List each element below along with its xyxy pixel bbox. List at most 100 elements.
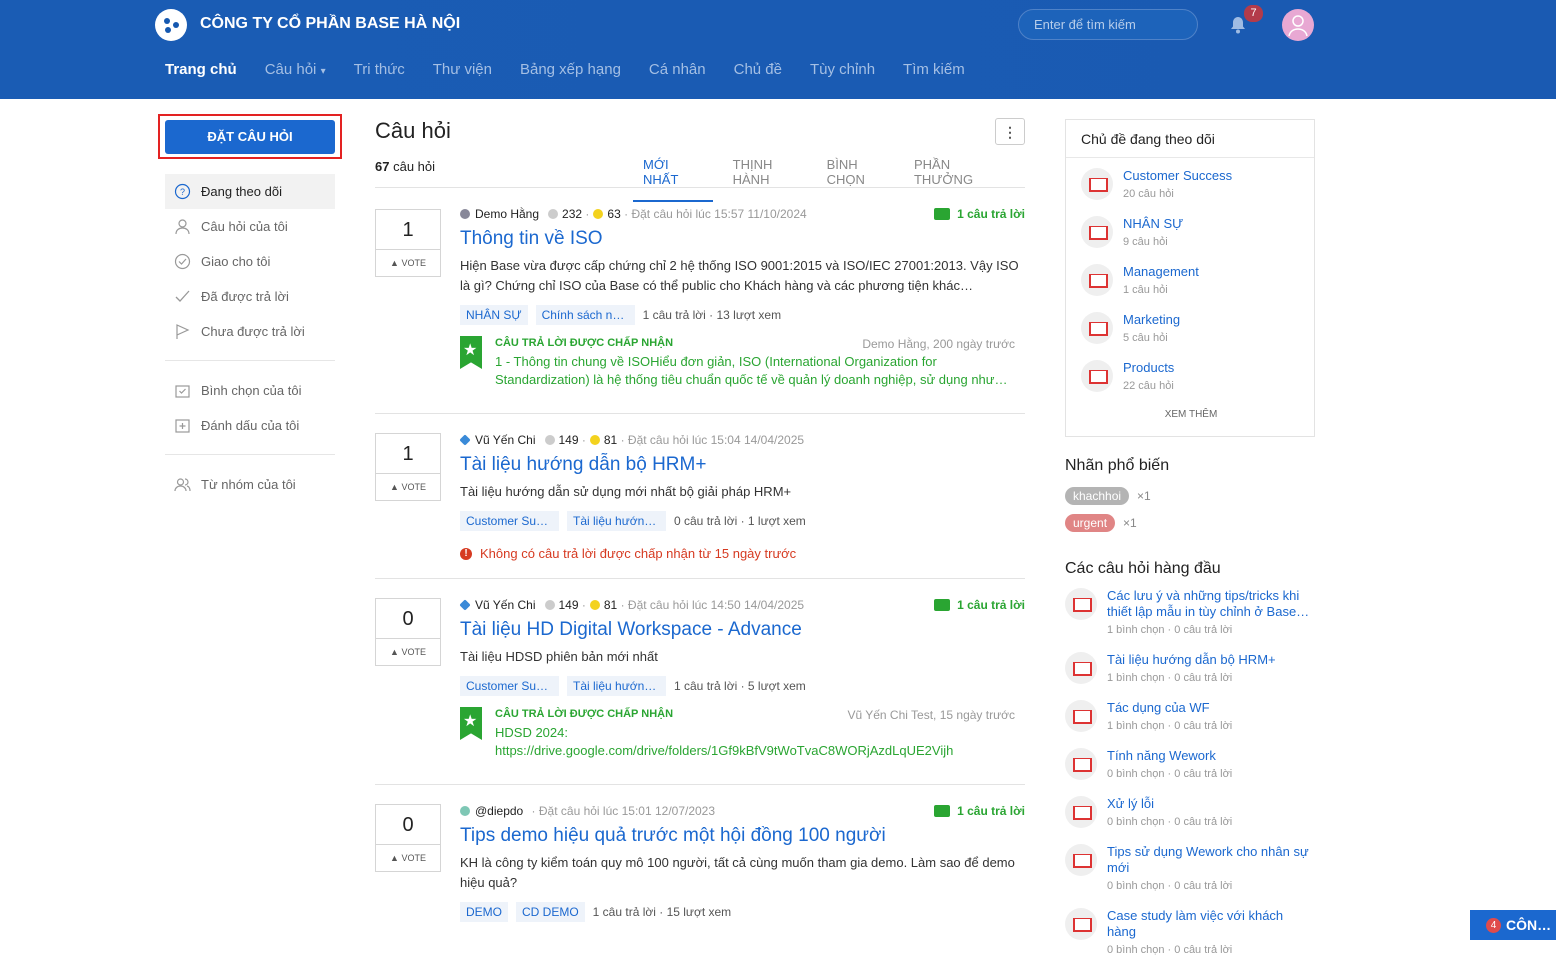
question-title[interactable]: Tài liệu hướng dẫn bộ HRM+: [460, 454, 1025, 476]
nav-search[interactable]: Tìm kiếm: [903, 61, 965, 78]
topic-item[interactable]: Management 1 câu hỏi: [1081, 264, 1199, 296]
topic-item[interactable]: NHÂN SỰ 9 câu hỏi: [1081, 216, 1183, 248]
chat-icon: [934, 805, 951, 817]
question-title[interactable]: Tips demo hiệu quả trước một hội đồng 10…: [460, 825, 1025, 847]
top-question-item: Tính năng Wework 0 bình chọn · 0 câu trả …: [1065, 748, 1315, 780]
sidebar-item-assigned[interactable]: Giao cho tôi: [165, 244, 335, 279]
gold-dot-icon: [589, 435, 600, 445]
vote-count: 1: [376, 210, 440, 250]
top-question-item: Tác dụng của WF 1 bình chọn · 0 câu trả l…: [1065, 700, 1315, 732]
label-chip[interactable]: urgent: [1065, 514, 1116, 532]
sidebar-item-my-votes[interactable]: Bình chọn của tôi: [165, 373, 335, 408]
question-description: Tài liệu HDSD phiên bản mới nhất: [460, 649, 658, 664]
divider: [165, 360, 335, 361]
chat-count-badge: 4: [1486, 917, 1501, 933]
tag[interactable]: NHÂN SỰ: [460, 305, 528, 325]
nav-home[interactable]: Trang chủ: [165, 61, 237, 78]
tag[interactable]: Customer Succ…: [460, 511, 559, 531]
company-name[interactable]: CÔNG TY CỔ PHẦN BASE HÀ NỘI: [200, 15, 460, 33]
chat-icon: [934, 208, 951, 220]
book-icon: [1081, 168, 1113, 200]
sidebar-item-my-questions[interactable]: Câu hỏi của tôi: [165, 209, 335, 244]
sidebar-item-my-bookmarks[interactable]: Đánh dấu của tôi: [165, 408, 335, 443]
upvote-button[interactable]: ▲ VOTE: [376, 250, 440, 276]
nav-customize[interactable]: Tùy chỉnh: [810, 61, 875, 78]
divider: [375, 413, 1025, 414]
tag[interactable]: Chính sách nhâ…: [535, 305, 635, 325]
search-input[interactable]: Enter để tìm kiếm: [1018, 9, 1198, 40]
sidebar-item-unanswered[interactable]: Chưa được trả lời: [165, 314, 335, 349]
nav-personal[interactable]: Cá nhân: [649, 61, 706, 78]
accepted-answer: CÂU TRẢ LỜI ĐƯỢC CHẤP NHẬNVũ Yến Chi Tes…: [460, 707, 1025, 760]
group-icon: [174, 478, 191, 492]
tag[interactable]: DEMO: [460, 902, 508, 922]
label-chip[interactable]: khachhoi: [1065, 487, 1130, 505]
avatar[interactable]: [1282, 9, 1314, 41]
tag[interactable]: CD DEMO: [516, 902, 585, 922]
nav-knowledge[interactable]: Tri thức: [354, 61, 405, 78]
sidebar-item-answered[interactable]: Đã được trả lời: [165, 279, 335, 314]
sidebar: ? Đang theo dõi Câu hỏi của tôi Giao cho …: [165, 174, 335, 502]
tab-rewards[interactable]: PHẦN THƯỞNG: [914, 157, 1005, 202]
question-description: Tài liệu hướng dẫn sử dụng mới nhất bộ g…: [460, 484, 792, 499]
question-title[interactable]: Tài liệu HD Digital Workspace - Advance: [460, 619, 1025, 641]
topic-item[interactable]: Products 22 câu hỏi: [1081, 360, 1174, 392]
tag[interactable]: Tài liệu hướng …: [567, 676, 666, 696]
book-icon: [1065, 796, 1097, 828]
user-avatar: [459, 599, 471, 611]
nav-library[interactable]: Thư viện: [433, 61, 492, 78]
rep-dot-icon: [548, 209, 559, 219]
question-list-panel: Câu hỏi 67 câu hỏi ⋮ MỚI NHẤT THỊNH HÀNH…: [375, 118, 1025, 922]
question-meta: Vũ Yến Chi 149 · 81 · Đặt câu hỏi lúc 15:0…: [459, 433, 1025, 447]
book-icon: [1081, 264, 1113, 296]
user-avatar: [460, 806, 470, 816]
question-title[interactable]: Thông tin về ISO: [460, 228, 1025, 250]
tab-trending[interactable]: THỊNH HÀNH: [733, 157, 807, 202]
question-tags: NHÂN SỰ Chính sách nhâ… 1 câu trả lời · 13…: [460, 305, 1025, 325]
question-description: Hiện Base vừa được cấp chứng chỉ 2 hệ th…: [460, 258, 1019, 293]
book-icon: [1065, 748, 1097, 780]
topic-item[interactable]: Marketing 5 câu hỏi: [1081, 312, 1180, 344]
chat-widget-button[interactable]: 4 CÔN…: [1470, 910, 1556, 940]
notification-badge[interactable]: 7: [1244, 5, 1263, 22]
book-icon: [1065, 652, 1097, 684]
question-count: 67 câu hỏi: [375, 159, 436, 174]
sidebar-item-following[interactable]: ? Đang theo dõi: [165, 174, 335, 209]
main-nav: Trang chủ Câu hỏi ▾ Tri thức Thư viện Bả…: [165, 61, 993, 78]
upvote-button[interactable]: ▲ VOTE: [376, 639, 440, 665]
vote-box: 1 ▲ VOTE: [375, 433, 441, 501]
question-description: KH là công ty kiểm toán quy mô 100 người…: [460, 855, 1015, 890]
book-icon: [1065, 588, 1097, 620]
ask-question-button[interactable]: ĐẶT CÂU HỎI: [165, 120, 335, 154]
top-header: CÔNG TY CỔ PHẦN BASE HÀ NỘI Enter để tìm…: [0, 0, 1556, 99]
nav-questions[interactable]: Câu hỏi ▾: [265, 61, 326, 78]
upvote-button[interactable]: ▲ VOTE: [376, 474, 440, 500]
tab-votes[interactable]: BÌNH CHỌN: [827, 157, 894, 202]
no-accepted-warning: ! Không có câu trả lời được chấp nhận từ …: [460, 546, 1025, 561]
sidebar-item-from-group[interactable]: Từ nhóm của tôi: [165, 467, 335, 502]
book-icon: [1081, 360, 1113, 392]
upvote-button[interactable]: ▲ VOTE: [376, 845, 440, 871]
label-item: khachhoi ×1: [1065, 487, 1151, 505]
tag[interactable]: Tài liệu hướng …: [567, 511, 666, 531]
divider: [165, 454, 335, 455]
accepted-answer: CÂU TRẢ LỜI ĐƯỢC CHẤP NHẬNDemo Hằng, 200…: [460, 336, 1025, 389]
tab-newest[interactable]: MỚI NHẤT: [633, 157, 713, 202]
topic-item[interactable]: Customer Success 20 câu hỏi: [1081, 168, 1232, 200]
more-vertical-icon[interactable]: ⋮: [995, 118, 1025, 145]
popular-labels-title: Nhãn phổ biến: [1065, 457, 1170, 474]
answer-count-badge: 1 câu trả lời: [934, 598, 1025, 612]
author-name[interactable]: Demo Hằng: [475, 207, 539, 221]
company-logo[interactable]: [155, 9, 187, 41]
rep-dot-icon: [544, 600, 555, 610]
question-body: @diepdo · Đặt câu hỏi lúc 15:01 12/07/20…: [460, 804, 1025, 922]
tag[interactable]: Customer Succ…: [460, 676, 559, 696]
nav-topics[interactable]: Chủ đề: [734, 61, 782, 78]
top-question-item: Các lưu ý và những tips/tricks khi thiết…: [1065, 588, 1315, 636]
see-more-link[interactable]: XEM THÊM: [1066, 409, 1316, 420]
question-tags: Customer Succ… Tài liệu hướng … 0 câu trả …: [460, 511, 1025, 531]
nav-ranking[interactable]: Bảng xếp hạng: [520, 61, 621, 78]
question-tags: DEMO CD DEMO 1 câu trả lời · 15 lượt xem: [460, 902, 1025, 922]
question-body: Vũ Yến Chi 149 · 81 · Đặt câu hỏi lúc 15:0…: [459, 433, 1025, 561]
top-question-item: Tài liệu hướng dẫn bộ HRM+ 1 bình chọn · …: [1065, 652, 1315, 684]
